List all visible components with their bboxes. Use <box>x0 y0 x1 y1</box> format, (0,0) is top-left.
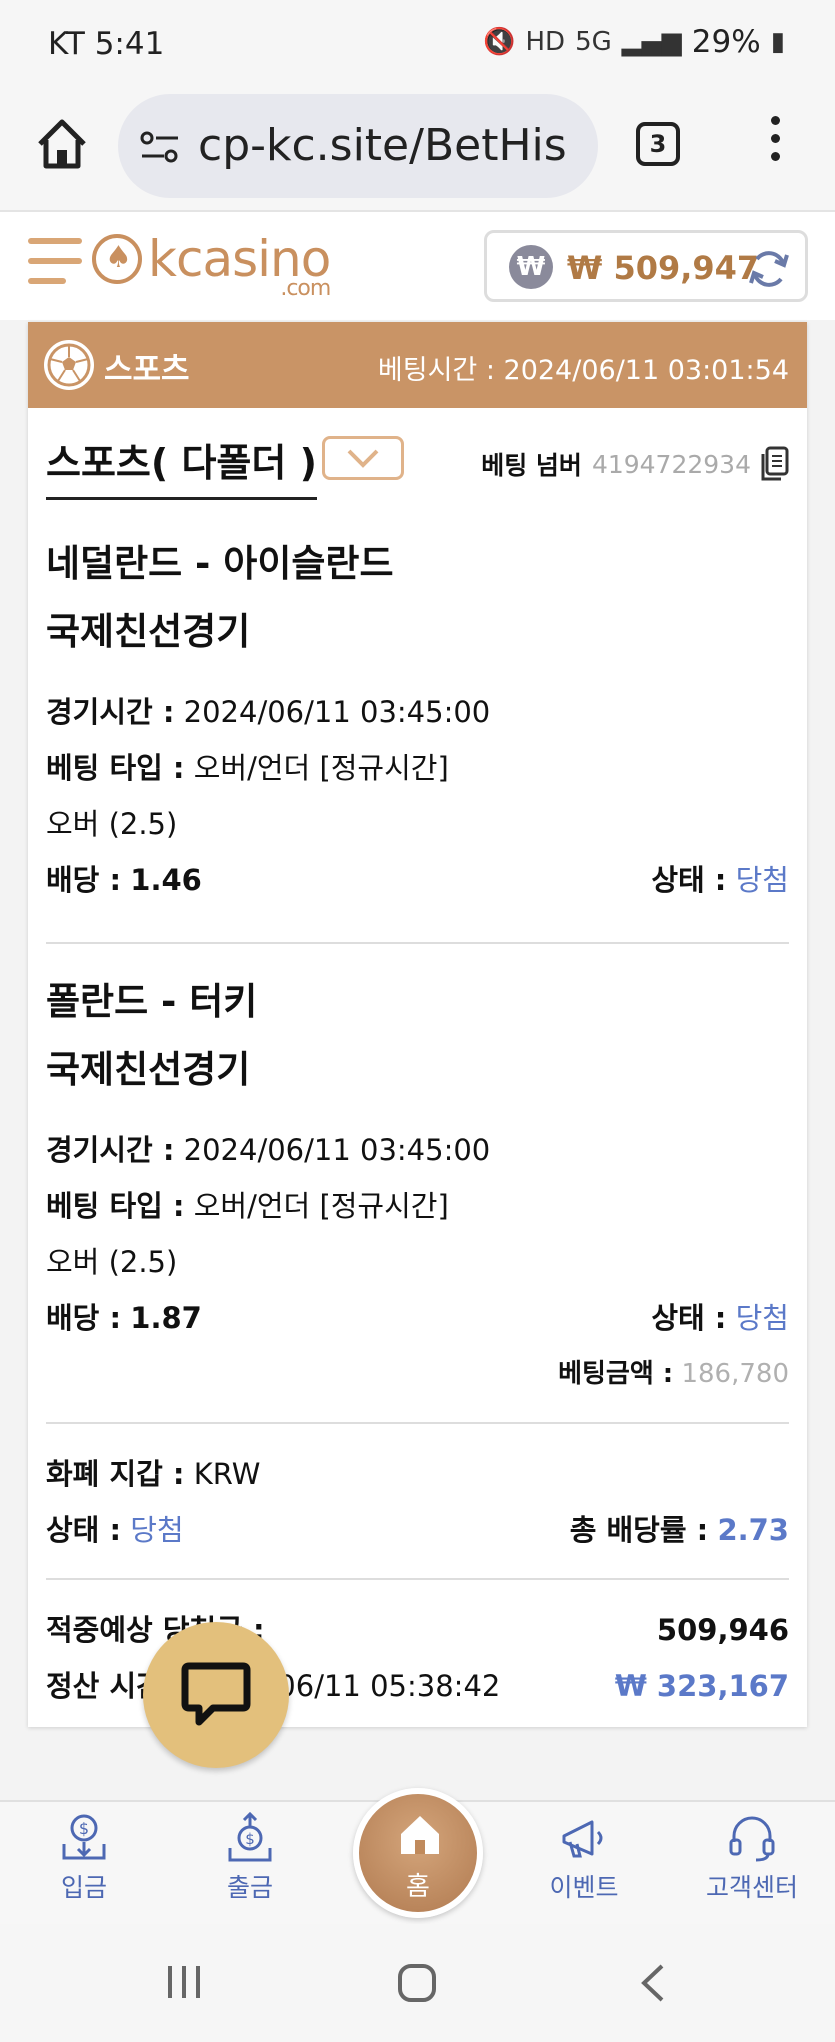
match-item: 폴란드 - 터키 국제친선경기 경기시간 : 2024/06/11 03:45:… <box>46 968 789 1402</box>
bet-number: 4194722934 <box>591 449 751 479</box>
nav-support[interactable]: 고객센터 <box>692 1812 812 1904</box>
odds-value: 1.87 <box>130 1301 202 1335</box>
recent-apps-icon[interactable] <box>164 1962 204 2002</box>
bet-kind: 오버/언더 [정규시간] <box>193 751 449 785</box>
won-icon: ₩ <box>509 245 553 289</box>
bet-amount: 186,780 <box>681 1359 789 1389</box>
refresh-icon[interactable] <box>747 247 791 291</box>
battery-icon: ▮ <box>770 27 785 57</box>
browser-toolbar: cp-kc.site/BetHis 3 <box>0 86 835 212</box>
match-time: 2024/06/11 03:45:00 <box>183 695 491 729</box>
hamburger-menu-icon[interactable] <box>28 238 82 292</box>
nav-withdraw[interactable]: $ 출금 <box>190 1812 310 1904</box>
match-time-label: 경기시간 : <box>46 1133 175 1167</box>
home-icon <box>401 1816 439 1854</box>
status-value: 당첨 <box>735 1301 789 1335</box>
wallet-value: KRW <box>193 1457 261 1491</box>
chevron-down-icon <box>347 449 379 468</box>
signal-icon: ▂▄▆ <box>621 27 682 57</box>
status-value: 당첨 <box>735 863 789 897</box>
divider <box>46 1578 789 1580</box>
tab-count-button[interactable]: 3 <box>636 122 680 166</box>
bet-pick: 오버 (2.5) <box>46 807 178 841</box>
odds-label: 배당 : <box>46 863 122 897</box>
odds-value: 1.46 <box>130 863 202 897</box>
site-logo[interactable]: kcasino.com <box>92 234 331 300</box>
overall-status: 당첨 <box>130 1513 184 1547</box>
status-bar: KT 5:41 🔇 HD 5G ▂▄▆ 29% ▮ <box>0 0 835 86</box>
bet-number-row: 베팅 넘버 4194722934 <box>481 446 789 482</box>
svg-text:$: $ <box>245 1830 255 1848</box>
browser-menu-icon[interactable] <box>760 116 790 172</box>
expand-dropdown-button[interactable] <box>322 436 404 480</box>
nav-support-label: 고객센터 <box>705 1873 798 1902</box>
match-teams: 네덜란드 - 아이슬란드 <box>46 542 394 585</box>
bet-amount-label: 베팅금액 : <box>558 1359 674 1389</box>
logo-coin-icon <box>92 234 142 284</box>
system-home-icon[interactable] <box>396 1962 438 2004</box>
url-text: cp-kc.site/BetHis <box>198 120 567 171</box>
odds-label: 배당 : <box>46 1301 122 1335</box>
summary-section: 화폐 지갑 : KRW 상태 : 당첨 총 배당률 : 2.73 <box>46 1446 789 1558</box>
match-time-label: 경기시간 : <box>46 695 175 729</box>
bet-history-card: 스포츠 베팅시간 : 2024/06/11 03:01:54 스포츠( 다폴더 … <box>28 322 807 1727</box>
site-settings-icon[interactable] <box>140 130 180 164</box>
expected-win: 509,946 <box>656 1613 789 1647</box>
match-league: 국제친선경기 <box>46 1048 251 1091</box>
bet-time: 베팅시간 : 2024/06/11 03:01:54 <box>377 355 789 386</box>
bet-type-row: 스포츠( 다폴더 ) <box>46 432 404 500</box>
divider <box>46 1422 789 1424</box>
bet-kind: 오버/언더 [정규시간] <box>193 1189 449 1223</box>
settle-amount: ₩ 323,167 <box>614 1669 789 1703</box>
bet-number-label: 베팅 넘버 <box>481 451 582 480</box>
nav-withdraw-label: 출금 <box>226 1873 273 1902</box>
chat-icon <box>181 1662 251 1726</box>
mute-icon: 🔇 <box>483 27 516 57</box>
url-bar[interactable]: cp-kc.site/BetHis <box>118 94 598 198</box>
site-header: kcasino.com ₩ ₩ 509,947 <box>0 212 835 320</box>
copy-icon[interactable] <box>759 446 789 482</box>
bet-kind-label: 베팅 타입 : <box>46 751 185 785</box>
system-nav-bar <box>0 1924 835 2042</box>
nav-home-label: 홈 <box>406 1872 430 1902</box>
nav-deposit-label: 입금 <box>60 1873 107 1902</box>
match-item: 네덜란드 - 아이슬란드 국제친선경기 경기시간 : 2024/06/11 03… <box>46 530 789 908</box>
overall-status-label: 상태 : <box>46 1513 122 1547</box>
balance-box: ₩ ₩ 509,947 <box>484 230 808 302</box>
bet-pick: 오버 (2.5) <box>46 1245 178 1279</box>
svg-text:$: $ <box>79 1819 89 1838</box>
category-title: 스포츠 <box>104 352 190 388</box>
match-league: 국제친선경기 <box>46 610 251 653</box>
wallet-label: 화폐 지갑 : <box>46 1457 185 1491</box>
withdraw-icon: $ <box>228 1812 272 1862</box>
total-odds-label: 총 배당률 : <box>569 1513 709 1547</box>
deposit-icon: $ <box>62 1814 106 1860</box>
status-time: KT 5:41 <box>48 26 165 62</box>
nav-event[interactable]: 이벤트 <box>524 1812 644 1904</box>
soccer-ball-icon <box>44 340 94 390</box>
status-label: 상태 : <box>651 863 727 897</box>
logo-sub: .com <box>280 276 331 301</box>
match-teams: 폴란드 - 터키 <box>46 980 258 1023</box>
status-label: 상태 : <box>651 1301 727 1335</box>
back-icon[interactable] <box>638 1962 668 2004</box>
balance-amount: ₩ 509,947 <box>567 249 760 287</box>
bet-kind-label: 베팅 타입 : <box>46 1189 185 1223</box>
match-time: 2024/06/11 03:45:00 <box>183 1133 491 1167</box>
battery-percent: 29% <box>691 24 761 60</box>
hd-icon: HD <box>525 27 566 57</box>
nav-home[interactable]: 홈 <box>353 1788 483 1918</box>
headset-icon <box>729 1816 775 1862</box>
bet-type-label: 스포츠( 다폴더 ) <box>46 432 317 500</box>
divider <box>46 942 789 944</box>
megaphone-icon <box>562 1820 603 1858</box>
total-odds: 2.73 <box>717 1513 789 1547</box>
5g-icon: 5G <box>575 27 612 57</box>
nav-event-label: 이벤트 <box>549 1873 619 1902</box>
nav-deposit[interactable]: $ 입금 <box>24 1812 144 1904</box>
card-header: 스포츠 베팅시간 : 2024/06/11 03:01:54 <box>28 322 807 408</box>
chat-button[interactable] <box>143 1622 289 1768</box>
browser-home-icon[interactable] <box>32 114 92 174</box>
